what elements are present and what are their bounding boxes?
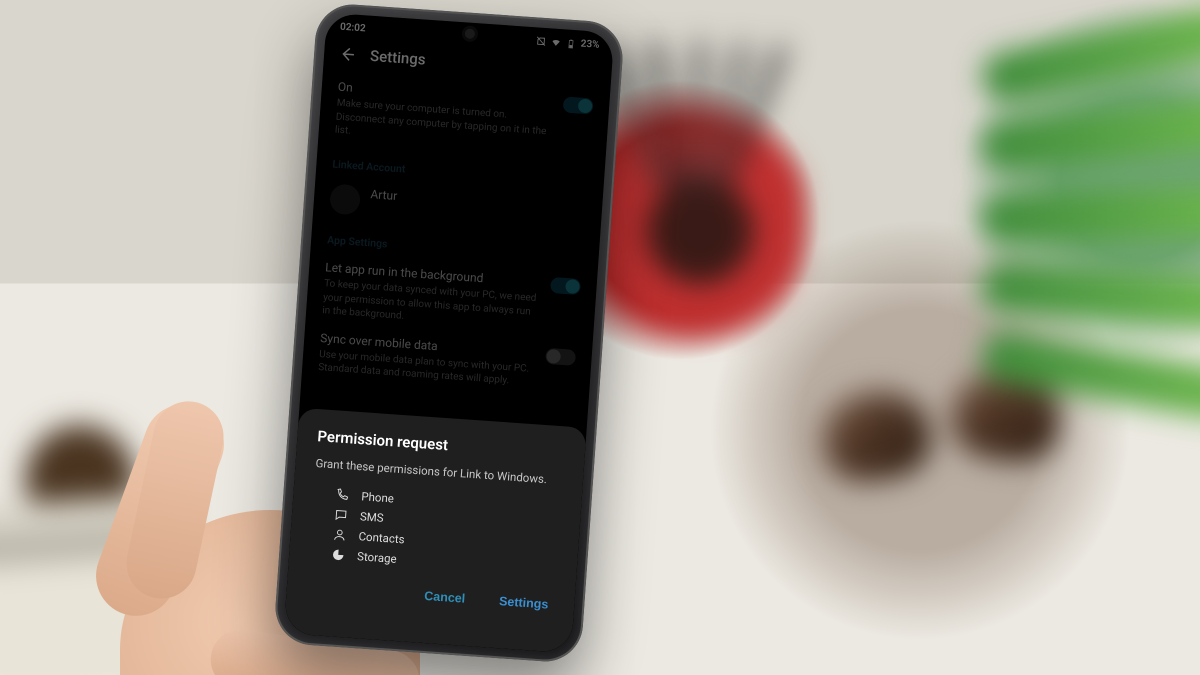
setting-subtitle: To keep your data synced with your PC, w… <box>322 277 540 332</box>
setting-subtitle: Use your mobile data plan to sync with y… <box>318 348 535 390</box>
storage-icon <box>331 547 346 562</box>
page-title: Settings <box>370 47 427 69</box>
toggle-mobile-data[interactable] <box>545 348 576 366</box>
permission-sms: SMS <box>311 503 560 540</box>
cancel-button[interactable]: Cancel <box>424 589 466 606</box>
status-time: 02:02 <box>340 22 366 35</box>
setting-subtitle: Make sure your computer is turned on. Di… <box>334 97 552 152</box>
permission-label: SMS <box>360 509 385 525</box>
setting-title: On <box>337 79 554 110</box>
back-icon[interactable] <box>338 45 357 64</box>
setting-background[interactable]: Let app run in the background To keep yo… <box>321 253 581 341</box>
battery-percent: 23% <box>580 38 600 50</box>
sms-icon <box>334 507 349 522</box>
app-bar: Settings <box>323 36 613 92</box>
avatar <box>329 183 361 215</box>
toggle-connection[interactable] <box>563 96 594 114</box>
setting-title: Sync over mobile data <box>320 330 537 361</box>
wifi-icon <box>550 36 562 48</box>
battery-icon <box>565 37 577 49</box>
section-linked-account: Linked Account <box>332 157 588 189</box>
linked-account-row[interactable]: Artur <box>329 177 587 237</box>
settings-button[interactable]: Settings <box>499 594 549 611</box>
permission-storage: Storage <box>309 543 558 580</box>
permission-label: Contacts <box>358 529 405 546</box>
permission-contacts: Contacts <box>310 523 559 560</box>
section-app-settings: App Settings <box>327 233 583 265</box>
permission-label: Phone <box>361 489 395 505</box>
contacts-icon <box>332 527 347 542</box>
no-sim-icon <box>535 35 547 47</box>
phone-frame: 02:02 23% Settings On Make sure your com… <box>273 2 625 664</box>
setting-connection[interactable]: On Make sure your computer is turned on.… <box>334 73 594 161</box>
toggle-background[interactable] <box>550 277 581 295</box>
dialog-body: Grant these permissions for Link to Wind… <box>315 455 564 488</box>
account-name: Artur <box>370 186 587 217</box>
setting-mobile-data[interactable]: Sync over mobile data Use your mobile da… <box>317 324 576 399</box>
about-link[interactable]: About Link to Windows <box>300 619 403 637</box>
status-bar: 02:02 23% <box>325 13 614 56</box>
permission-dialog: Permission request Grant these permissio… <box>284 408 587 654</box>
camera-notch <box>465 28 476 39</box>
phone-screen: 02:02 23% Settings On Make sure your com… <box>284 13 615 654</box>
settings-content: On Make sure your computer is turned on.… <box>301 72 610 400</box>
dialog-title: Permission request <box>317 427 566 462</box>
setting-title: Let app run in the background <box>325 259 542 290</box>
hand-holding-phone <box>80 250 600 675</box>
permission-phone: Phone <box>313 483 562 520</box>
phone-icon <box>335 487 350 502</box>
dialog-scrim[interactable] <box>284 13 615 654</box>
permission-label: Storage <box>357 549 397 566</box>
